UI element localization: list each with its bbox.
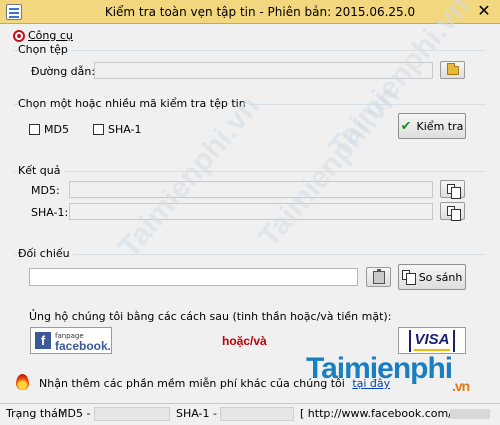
copy-sha1-button[interactable] xyxy=(440,202,465,221)
check-button-label: Kiểm tra xyxy=(416,119,464,133)
paste-icon xyxy=(372,268,385,284)
path-label: Đường dẫn: xyxy=(31,65,96,78)
status-sha1: SHA-1 - xyxy=(176,407,217,420)
copy-icon xyxy=(447,184,461,199)
compare-button[interactable]: So sánh xyxy=(398,264,466,290)
tools-menu-icon xyxy=(13,30,25,42)
sha1-checkbox[interactable] xyxy=(93,124,104,135)
facebook-fanpage-button[interactable]: f fanpage facebook. xyxy=(30,327,112,354)
visa-button[interactable]: VISA xyxy=(398,327,466,354)
compare-button-label: So sánh xyxy=(418,270,463,284)
app-icon xyxy=(6,4,22,20)
md5-checkbox-label[interactable]: MD5 xyxy=(44,123,69,136)
folder-icon xyxy=(447,63,459,75)
copy-md5-button[interactable] xyxy=(440,180,465,199)
status-label: Trạng thái: xyxy=(6,407,65,420)
file-group-title: Chọn tệp xyxy=(18,43,71,56)
status-md5: MD5 - xyxy=(58,407,91,420)
promo-text: Nhận thêm các phần mềm miễn phí khác của… xyxy=(39,377,345,390)
path-field[interactable] xyxy=(94,62,433,79)
sha1-checkbox-label[interactable]: SHA-1 xyxy=(108,123,142,136)
or-text: hoặc/và xyxy=(222,334,267,348)
facebook-label: facebook. xyxy=(54,338,111,353)
flame-icon xyxy=(16,374,29,390)
checkmark-icon: ✔ xyxy=(400,118,412,134)
check-group-title: Chọn một hoặc nhiều mã kiểm tra tệp tin xyxy=(18,97,249,110)
compare-input[interactable] xyxy=(29,268,358,286)
copy-icon xyxy=(447,206,461,221)
watermark-logo: Taimienphi .vn xyxy=(306,352,470,394)
support-text: Ủng hộ chúng tôi bằng các cách sau (tinh… xyxy=(29,310,392,323)
md5-result-label: MD5: xyxy=(31,184,60,197)
status-facebook-link[interactable]: [ http://www.facebook.com/ xyxy=(300,407,452,420)
paste-button[interactable] xyxy=(366,267,391,287)
sha1-result-label: SHA-1: xyxy=(31,206,69,219)
md5-checkbox[interactable] xyxy=(29,124,40,135)
status-facebook-redacted xyxy=(450,409,490,419)
tools-menu[interactable]: Công cụ xyxy=(28,29,73,42)
window-title: Kiểm tra toàn vẹn tập tin - Phiên bản: 2… xyxy=(104,5,416,19)
sha1-result-field[interactable] xyxy=(69,203,433,220)
watermark-logo-domain: .vn xyxy=(452,378,470,394)
watermark-logo-main: Taimienphi xyxy=(306,352,453,385)
facebook-icon: f xyxy=(35,332,51,349)
check-button[interactable]: ✔ Kiểm tra xyxy=(398,113,466,139)
compare-group-title: Đối chiếu xyxy=(18,247,73,260)
visa-logo: VISA xyxy=(409,329,455,352)
compare-icon xyxy=(401,270,416,285)
status-sha1-progress xyxy=(220,407,294,421)
status-md5-progress xyxy=(94,407,170,421)
result-group-title: Kết quả xyxy=(18,164,64,177)
md5-result-field[interactable] xyxy=(69,181,433,198)
close-button[interactable]: ✕ xyxy=(468,0,500,24)
browse-button[interactable] xyxy=(440,61,465,79)
